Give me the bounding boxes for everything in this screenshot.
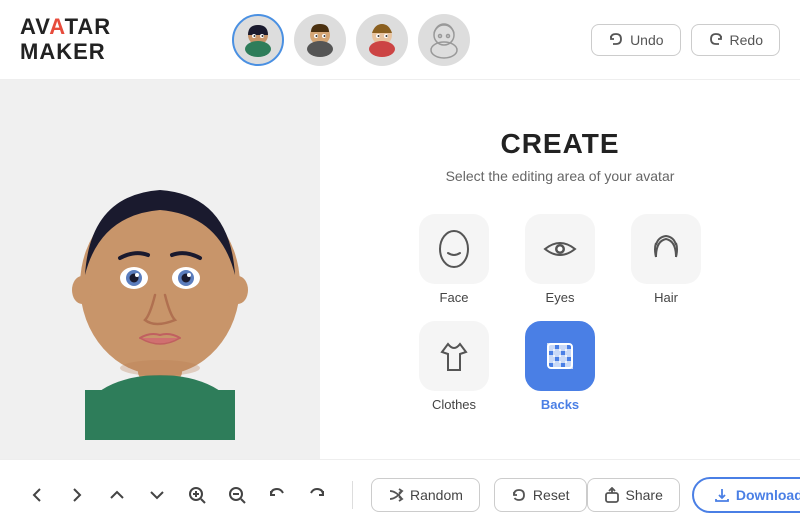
arrow-down-button[interactable] [140,478,174,512]
undo-label: Undo [630,32,663,48]
option-face[interactable]: Face [409,214,499,305]
avatar-thumb-4[interactable] [418,14,470,66]
hair-icon-wrap[interactable] [631,214,701,284]
header: AVATAR MAKER [0,0,800,80]
eyes-label: Eyes [546,290,575,305]
logo: AVATAR MAKER [20,15,111,63]
undo-icon [608,32,624,48]
random-button[interactable]: Random [371,478,480,512]
hair-icon [646,229,686,269]
avatar-previews [232,14,470,66]
backs-icon-wrap[interactable] [525,321,595,391]
create-title: CREATE [500,128,619,160]
zoom-out-icon [227,485,247,505]
arrow-up-icon [107,485,127,505]
arrow-up-button[interactable] [100,478,134,512]
bottom-bar: Random Reset Share Download [0,459,800,529]
option-backs[interactable]: Backs [515,321,605,412]
face-label: Face [440,290,469,305]
rotate-right-button[interactable] [300,478,334,512]
random-icon [388,487,404,503]
eyes-icon-wrap[interactable] [525,214,595,284]
zoom-in-button[interactable] [180,478,214,512]
reset-button[interactable]: Reset [494,478,587,512]
backs-icon [540,336,580,376]
clothes-icon [434,336,474,376]
logo-text-line2: MAKER [20,40,111,64]
hair-label: Hair [654,290,678,305]
eyes-icon [540,229,580,269]
clothes-icon-wrap[interactable] [419,321,489,391]
random-label: Random [410,487,463,503]
redo-button[interactable]: Redo [691,24,780,56]
options-grid: Face Eyes [409,214,711,412]
option-eyes[interactable]: Eyes [515,214,605,305]
zoom-out-button[interactable] [220,478,254,512]
header-actions: Undo Redo [591,24,780,56]
avatar-thumb-1[interactable] [232,14,284,66]
share-icon [604,487,620,503]
arrow-left-button[interactable] [20,478,54,512]
download-label: Download [736,487,800,503]
undo-button[interactable]: Undo [591,24,680,56]
face-icon [434,229,474,269]
redo-icon [708,32,724,48]
share-label: Share [626,487,663,503]
bottom-left: Random Reset [20,478,587,512]
create-subtitle: Select the editing area of your avatar [446,168,675,184]
download-icon [714,487,730,503]
rotate-left-icon [267,485,287,505]
zoom-in-icon [187,485,207,505]
option-hair[interactable]: Hair [621,214,711,305]
redo-label: Redo [730,32,763,48]
face-icon-wrap[interactable] [419,214,489,284]
arrow-right-icon [67,485,87,505]
avatar-thumb-3[interactable] [356,14,408,66]
logo-accent: A [49,14,64,39]
clothes-label: Clothes [432,397,476,412]
right-panel: CREATE Select the editing area of your a… [320,80,800,459]
bottom-right: Share Download [587,477,800,513]
reset-label: Reset [533,487,570,503]
arrow-left-icon [27,485,47,505]
arrow-down-icon [147,485,167,505]
avatar-display [20,120,300,420]
download-button[interactable]: Download [692,477,800,513]
rotate-right-icon [307,485,327,505]
avatar-thumb-2[interactable] [294,14,346,66]
left-panel [0,80,320,459]
option-clothes[interactable]: Clothes [409,321,499,412]
backs-label: Backs [541,397,579,412]
main-content: CREATE Select the editing area of your a… [0,80,800,459]
share-button[interactable]: Share [587,478,680,512]
rotate-left-button[interactable] [260,478,294,512]
divider-1 [352,481,353,509]
arrow-right-button[interactable] [60,478,94,512]
logo-text-line1: AVATAR [20,15,111,39]
nav-arrows [20,478,334,512]
reset-icon [511,487,527,503]
